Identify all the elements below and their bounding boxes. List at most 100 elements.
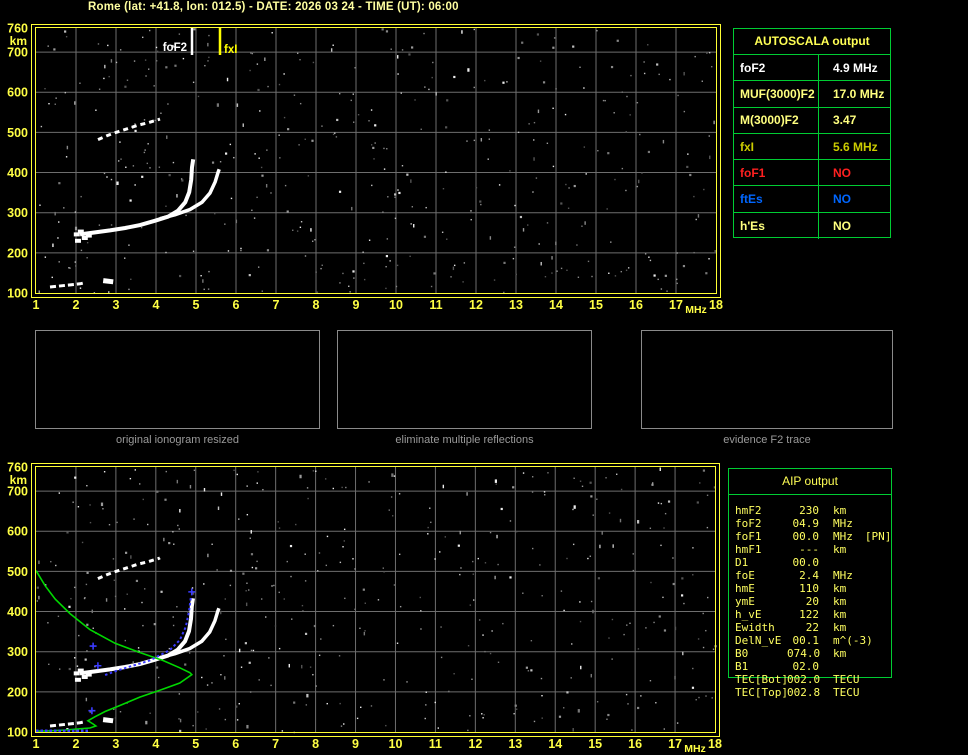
x-tick-label: 16 (628, 737, 642, 751)
thumbnail-caption-1: original ionogram resized (116, 434, 239, 446)
aip-l: B1 (735, 660, 749, 673)
y-tick-label: 300 (7, 645, 28, 659)
autoscala-row-foF2: foF2 4.9 MHz (734, 55, 890, 82)
aip-u: MHz (833, 530, 853, 543)
aip-u: km (833, 595, 847, 608)
y-tick-label: 400 (7, 166, 28, 180)
aip-v: 110 (799, 582, 819, 595)
thumbnail-panel-3 (641, 330, 893, 429)
aip-u: MHz (833, 517, 853, 530)
axis-labels: 760700600500400300200100km1 2 3 4 5 6 7 8 9 10 11 1… (7, 22, 723, 317)
x-tick-label: 2 (72, 737, 79, 751)
x-tick-label: 6 (232, 737, 239, 751)
aip-header-divider (728, 494, 892, 495)
x-axis-unit: MHz (685, 304, 707, 316)
aip-l: foE (735, 569, 755, 582)
parameter-value: 5.6 MHz (833, 139, 878, 154)
aip-v: 00.1 (792, 634, 820, 647)
parameter-value: 4.9 MHz (833, 60, 878, 75)
aip-v: 002.8 (787, 686, 821, 699)
autoscala-table-rows: foF2 4.9 MHz MUF(3000)F2 17.0 MHz M(3000)F2 3… (734, 55, 890, 240)
parameter-label: MUF(3000)F2 (734, 81, 819, 107)
aip-l: h_vE (735, 608, 762, 621)
aip-l: hmE (735, 582, 755, 595)
x-tick-label: 12 (468, 737, 482, 751)
aip-l: DelN_vE (735, 634, 782, 647)
aip-l: ymE (735, 595, 755, 608)
bottom-ionogram-plot: 760700600500400300200100km1 2 3 4 5 6 7 8 9 10 11 1… (7, 461, 722, 755)
x-tick-label: 14 (549, 298, 563, 312)
grid-lines (36, 28, 716, 293)
x-tick-label: 5 (192, 737, 199, 751)
thumbnail-panel-2 (337, 330, 592, 429)
aip-u: km (833, 504, 847, 517)
aip-l: B0 (735, 647, 749, 660)
x-tick-label: 18 (708, 737, 722, 751)
aip-l: D1 (735, 556, 749, 569)
aip-row-B1: B1 02.0 (735, 660, 965, 673)
aip-u: km (833, 582, 847, 595)
y-tick-label: 600 (7, 86, 28, 100)
aip-l: foF1 (735, 530, 762, 543)
y-axis-unit: km (10, 34, 27, 48)
x-tick-label: 17 (669, 298, 683, 312)
plot-frame (31, 463, 720, 737)
x-tick-label: 1 (33, 737, 40, 751)
aip-u: km (833, 543, 847, 556)
y-tick-label: 100 (7, 726, 28, 740)
x-tick-label: 16 (629, 298, 643, 312)
parameter-label: foF1 (734, 160, 819, 186)
aip-u: km (833, 608, 847, 621)
aip-row-hmF1: hmF1 --- km (735, 543, 965, 556)
aip-row-ymE: ymE 20 km (735, 595, 965, 608)
aip-row-Ewidth: Ewidth 22 km (735, 621, 965, 634)
autoscala-row-M(3000)F2: M(3000)F2 3.47 (734, 107, 890, 134)
parameter-value: 17.0 MHz (833, 86, 885, 101)
x-tick-label: 4 (153, 298, 160, 312)
thumbnail-caption-3: evidence F2 trace (723, 434, 811, 446)
aip-v: 02.0 (792, 660, 820, 673)
autoscala-table-title: AUTOSCALA output (734, 29, 890, 55)
autoscala-row-MUF(3000)F2: MUF(3000)F2 17.0 MHz (734, 81, 890, 108)
noise-speckle (38, 28, 717, 294)
x-tick-label: 3 (112, 737, 119, 751)
y-tick-label: 300 (7, 206, 28, 220)
x-tick-label: 13 (508, 737, 522, 751)
aip-u: km (833, 647, 847, 660)
x-tick-label: 15 (588, 737, 602, 751)
y-tick-label: 500 (7, 126, 28, 140)
autoscala-row-foF1: foF1 NO (734, 160, 890, 187)
aip-row-TEC[Bot]: TEC[Bot]002.0 TECU (735, 673, 965, 686)
parameter-label: foF2 (734, 55, 819, 81)
autoscala-output-table: AUTOSCALA output foF2 4.9 MHz MUF(3000)F2 1… (733, 28, 891, 240)
grid-lines (36, 467, 715, 732)
parameter-label: h'Es (734, 212, 819, 240)
aip-l: Ewidth (735, 621, 775, 634)
aip-v: 074.0 (787, 647, 821, 660)
thumbnail-caption-2: eliminate multiple reflections (395, 434, 534, 446)
x-tick-label: 7 (273, 298, 280, 312)
x-tick-label: 8 (313, 298, 320, 312)
aip-l: hmF1 (735, 543, 762, 556)
aip-u: km (833, 621, 847, 634)
aip-u: MHz (833, 569, 853, 582)
x-tick-label: 10 (389, 737, 403, 751)
x-tick-label: 18 (709, 298, 723, 312)
aip-v: 22 (805, 621, 819, 634)
aip-v: 122 (799, 608, 819, 621)
aip-v: 00.0 (792, 530, 820, 543)
aip-row-foF2: foF2 04.9 MHz (735, 517, 965, 530)
parameter-value: NO (833, 165, 851, 180)
aip-v: 230 (799, 504, 819, 517)
axis-labels: 760700600500400300200100km1 2 3 4 5 6 7 8 9 10 11 1… (7, 461, 722, 755)
x-tick-label: 4 (152, 737, 159, 751)
x-tick-label: 9 (352, 737, 359, 751)
aip-l: TEC[Top] (735, 686, 788, 699)
y-tick-label: 200 (7, 685, 28, 699)
x-tick-label: 14 (548, 737, 562, 751)
x-tick-label: 5 (193, 298, 200, 312)
x-tick-label: 17 (668, 737, 682, 751)
x-tick-label: 15 (589, 298, 603, 312)
aip-n: [PN] (864, 530, 892, 543)
ionogram-trace (49, 556, 221, 728)
